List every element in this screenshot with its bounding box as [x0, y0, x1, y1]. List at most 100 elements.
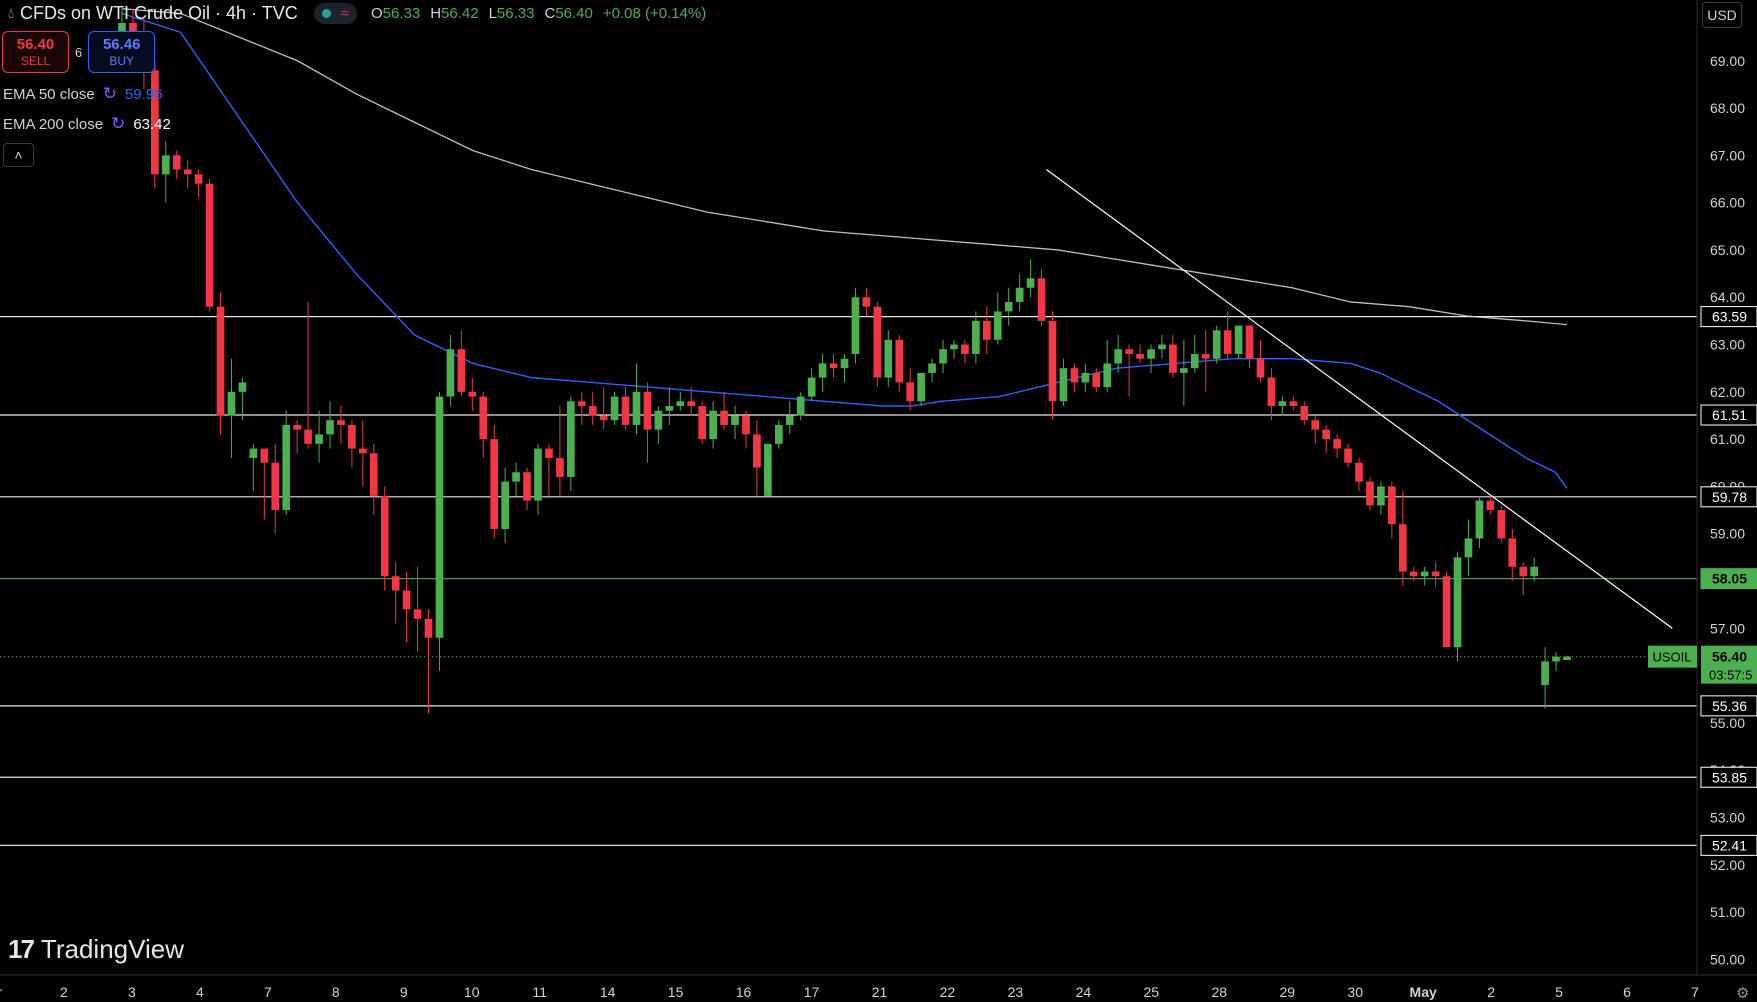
y-tick-label: 66.00 — [1710, 195, 1745, 211]
level-label: 61.51 — [1712, 407, 1747, 423]
candle-body — [1300, 406, 1309, 421]
y-tick-label: 69.00 — [1710, 53, 1745, 69]
y-tick-label: 53.00 — [1710, 809, 1745, 825]
candle-body — [523, 472, 531, 501]
trade-panel: 56.40 SELL 6 56.46 BUY — [0, 31, 156, 73]
candle-body — [1541, 661, 1549, 686]
level-label: 58.05 — [1712, 571, 1747, 587]
candle-body — [1015, 287, 1024, 302]
candle-body — [238, 382, 247, 392]
candle-body — [687, 401, 696, 407]
candle-body — [1431, 571, 1440, 577]
candle-body — [1190, 353, 1199, 369]
candle-body — [840, 358, 849, 369]
y-tick-label: 57.00 — [1710, 620, 1745, 636]
level-label: 55.36 — [1712, 698, 1747, 714]
candle-body — [1158, 344, 1166, 350]
chart-background — [0, 0, 1757, 1001]
x-tick-label: 7 — [1691, 984, 1699, 1000]
candle-body — [1212, 330, 1221, 359]
candle-body — [1519, 566, 1528, 577]
y-tick-label: 50.00 — [1710, 951, 1745, 967]
candle-body — [468, 391, 477, 397]
candle-body — [818, 363, 827, 378]
candle-body — [337, 420, 345, 425]
candle-body — [917, 372, 925, 402]
candle-body — [348, 424, 356, 449]
indicator-ema200[interactable]: EMA 200 close ↻ 63.42 — [3, 114, 171, 134]
last-price-label: 56.40 — [1712, 649, 1747, 665]
candle-body — [829, 363, 838, 369]
candle-body — [632, 391, 641, 425]
sell-button[interactable]: 56.40 SELL — [2, 31, 69, 73]
candle-body — [1245, 325, 1254, 359]
symbol-title[interactable]: CFDs on WTI Crude Oil · 4h · TVC — [20, 3, 298, 24]
price-chart[interactable]: 50.0051.0052.0053.0054.0055.0056.0057.00… — [0, 0, 1757, 1001]
ohlc-open: O56.33 — [370, 4, 421, 22]
candle-body — [1234, 325, 1243, 354]
buy-price: 56.46 — [102, 36, 141, 53]
sell-label: SELL — [20, 54, 51, 68]
x-tick-label: 23 — [1008, 984, 1024, 1000]
candle-body — [1180, 368, 1188, 373]
buy-button[interactable]: 56.46 BUY — [88, 31, 156, 73]
candle-body — [709, 410, 717, 440]
candle-body — [610, 396, 619, 421]
candle-body — [1355, 462, 1363, 482]
candle-body — [1322, 429, 1330, 440]
y-tick-label: 61.00 — [1710, 431, 1745, 447]
x-tick-label: 7 — [264, 984, 272, 1000]
candle-body — [512, 472, 520, 482]
candle-body — [391, 576, 400, 591]
currency-button[interactable]: USD — [1702, 2, 1742, 28]
x-tick-label: 24 — [1076, 984, 1092, 1000]
wave-icon: ≈ — [340, 4, 349, 22]
indicator-ema50[interactable]: EMA 50 close ↻ 59.96 — [3, 84, 163, 104]
x-tick-label: 16 — [736, 984, 752, 1000]
sell-price: 56.40 — [16, 36, 55, 53]
candle-body — [1114, 349, 1123, 364]
candle-body — [556, 458, 564, 477]
x-tick-label: 25 — [1144, 984, 1160, 1000]
candle-body — [359, 448, 367, 454]
chevron-up-icon: ˄ — [14, 147, 23, 163]
collapse-indicators-button[interactable]: ˄ — [3, 143, 34, 167]
gear-icon[interactable]: ⚙ — [1736, 984, 1749, 1002]
x-tick-label: 2 — [60, 984, 68, 1000]
y-tick-label: 55.00 — [1710, 715, 1745, 731]
candle-body — [1497, 510, 1506, 539]
candle-body — [873, 306, 882, 378]
x-tick-label: 4 — [196, 984, 204, 1000]
ohlc-change: +0.08 (+0.14%) — [602, 4, 707, 22]
y-tick-label: 59.00 — [1710, 526, 1745, 542]
buy-label: BUY — [109, 54, 135, 68]
y-tick-label: 64.00 — [1710, 289, 1745, 305]
x-tick-label: 14 — [600, 984, 616, 1000]
candle-body — [796, 396, 805, 416]
candle-body — [183, 169, 192, 175]
candle-body — [1508, 538, 1517, 567]
candle-body — [1070, 368, 1079, 383]
tradingview-logo[interactable]: 17 TradingView — [8, 934, 184, 965]
candle-body — [413, 609, 422, 619]
candle-body — [566, 401, 575, 477]
candle-body — [1311, 420, 1320, 430]
indicator-name: EMA 50 close — [3, 85, 95, 103]
candle-body — [293, 424, 301, 430]
candle-body — [1103, 363, 1112, 388]
candle-body — [1475, 500, 1484, 539]
x-tick-label: pr — [0, 984, 3, 1000]
candle-body — [1136, 353, 1144, 359]
candle-body — [282, 424, 291, 511]
candle-body — [534, 448, 542, 501]
candle-body — [402, 590, 411, 610]
candle-body — [205, 183, 214, 307]
candle-body — [982, 320, 991, 340]
x-tick-label: 11 — [532, 984, 547, 1000]
market-status[interactable]: ≈ — [313, 2, 357, 24]
x-tick-label: 9 — [400, 984, 408, 1000]
candle-body — [1442, 576, 1451, 648]
candle-body — [249, 448, 258, 459]
candle-body — [1420, 571, 1429, 577]
x-tick-label: 28 — [1211, 984, 1227, 1000]
